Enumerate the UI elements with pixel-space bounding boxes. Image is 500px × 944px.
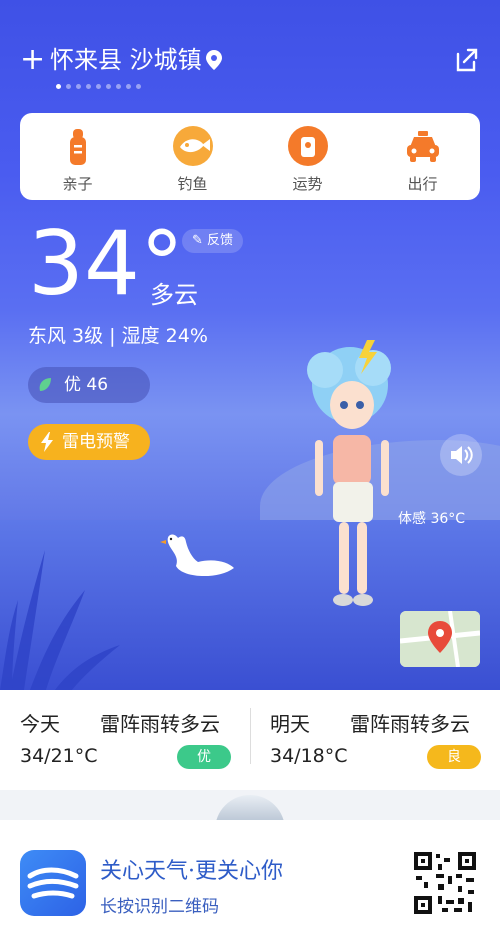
quick-tiles: 亲子 钓鱼 运势 出行 <box>20 113 480 200</box>
tile-travel[interactable]: 出行 <box>365 113 480 200</box>
page-dot[interactable] <box>66 84 71 89</box>
feedback-button[interactable]: ✎ 反馈 <box>182 229 244 253</box>
location-title[interactable]: 怀来县 沙城镇 <box>50 44 202 76</box>
leaf-icon <box>39 378 51 391</box>
forecast-day: 今天 <box>20 712 60 736</box>
wind-humidity: 东风 3级 | 湿度 24% <box>28 325 208 347</box>
page-indicator <box>56 84 141 92</box>
tile-fishing[interactable]: 钓鱼 <box>135 113 250 200</box>
promo-title: 关心天气·更关心你 <box>100 859 283 884</box>
air-quality-pill[interactable]: 优 46 <box>28 367 150 403</box>
page-dot[interactable] <box>56 84 61 89</box>
tile-label: 亲子 <box>62 175 93 193</box>
page-dot[interactable] <box>126 84 131 89</box>
air-quality-value: 优 46 <box>64 375 109 395</box>
baby-bottle-icon <box>69 129 86 165</box>
page-dot[interactable] <box>106 84 111 89</box>
page-dot[interactable] <box>96 84 101 89</box>
speaker-icon <box>451 446 473 464</box>
feedback-label: 反馈 <box>207 233 234 248</box>
map-pin-icon <box>400 611 480 667</box>
air-quality-badge: 良 <box>427 745 481 769</box>
forecast-today[interactable]: 今天 雷阵雨转多云 34/21°C 优 <box>0 690 250 790</box>
swan-illustration <box>160 534 234 577</box>
weather-warning-pill[interactable]: 雷电预警 <box>28 424 150 460</box>
tile-fortune[interactable]: 运势 <box>250 113 365 200</box>
forecast-day: 明天 <box>270 712 310 736</box>
promo-banner: 关心天气·更关心你 长按识别二维码 <box>0 820 500 944</box>
warning-label: 雷电预警 <box>62 432 130 452</box>
reeds-decoration <box>0 550 120 690</box>
share-icon[interactable] <box>452 46 480 74</box>
top-bar: + 怀来县 沙城镇 <box>0 40 500 84</box>
page-dot[interactable] <box>86 84 91 89</box>
add-city-icon[interactable]: + <box>20 40 45 80</box>
forecast-condition: 雷阵雨转多云 <box>350 712 470 736</box>
forecast-panel: 今天 雷阵雨转多云 34/21°C 优 明天 雷阵雨转多云 34/18°C 良 <box>0 690 500 800</box>
feels-like: 体感 36°C <box>398 511 466 527</box>
forecast-tomorrow[interactable]: 明天 雷阵雨转多云 34/18°C 良 <box>250 690 500 790</box>
forecast-temps: 34/21°C <box>20 745 98 767</box>
lightning-icon <box>41 432 53 452</box>
cartoon-girl-illustration <box>307 340 391 606</box>
current-condition: 多云 <box>150 281 198 309</box>
page-dot[interactable] <box>76 84 81 89</box>
page-dot[interactable] <box>116 84 121 89</box>
forecast-condition: 雷阵雨转多云 <box>100 712 220 736</box>
tile-label: 出行 <box>407 175 438 193</box>
fortune-icon <box>287 126 328 166</box>
tile-parenting[interactable]: 亲子 <box>20 113 135 200</box>
app-logo-icon <box>20 850 86 916</box>
page-dot[interactable] <box>136 84 141 89</box>
tile-label: 运势 <box>292 175 323 193</box>
location-pin-icon <box>206 50 222 70</box>
weather-hero: + 怀来县 沙城镇 亲子 钓鱼 运势 出行 34° 多云 ✎ 反馈 东风 3级 … <box>0 0 500 690</box>
fish-icon <box>172 126 213 166</box>
forecast-temps: 34/18°C <box>270 745 348 767</box>
promo-subtitle: 长按识别二维码 <box>100 897 219 917</box>
speaker-button[interactable] <box>440 434 482 476</box>
taxi-icon <box>406 131 439 162</box>
air-quality-badge: 优 <box>177 745 231 769</box>
radar-map-thumbnail[interactable] <box>400 611 480 667</box>
qr-code-icon[interactable] <box>412 850 478 916</box>
edit-icon: ✎ <box>192 233 203 248</box>
tile-label: 钓鱼 <box>177 175 208 193</box>
